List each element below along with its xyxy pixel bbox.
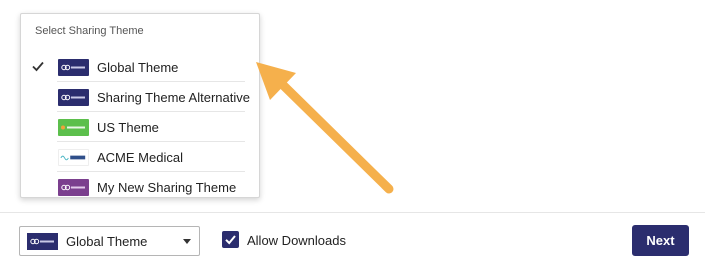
caret-down-icon bbox=[183, 239, 191, 244]
acme-logo-icon bbox=[60, 155, 86, 161]
theme-option-label: ACME Medical bbox=[97, 150, 183, 165]
theme-option-label: My New Sharing Theme bbox=[97, 180, 237, 195]
theme-option-global[interactable]: Global Theme bbox=[21, 52, 259, 82]
theme-logo bbox=[58, 179, 89, 196]
allow-downloads-label: Allow Downloads bbox=[247, 233, 346, 248]
sharepad-logo-icon bbox=[61, 94, 85, 101]
theme-logo bbox=[58, 149, 89, 166]
sharepad-logo-icon bbox=[30, 238, 54, 245]
principal-logo-icon bbox=[61, 125, 85, 130]
theme-option-acme[interactable]: ACME Medical bbox=[21, 142, 259, 172]
theme-logo bbox=[58, 89, 89, 106]
next-button[interactable]: Next bbox=[632, 225, 689, 256]
theme-option-us[interactable]: US Theme bbox=[21, 112, 259, 142]
sharepad-logo-icon bbox=[61, 64, 85, 71]
checkmark-icon bbox=[225, 235, 236, 245]
allow-downloads-checkbox[interactable] bbox=[222, 231, 239, 248]
theme-dropdown-menu: Select Sharing Theme Global Theme Sharin… bbox=[20, 13, 260, 198]
theme-option-alternative[interactable]: Sharing Theme Alternative bbox=[21, 82, 259, 112]
footer-divider bbox=[0, 212, 705, 213]
theme-option-my-new[interactable]: My New Sharing Theme bbox=[21, 172, 259, 202]
menu-title: Select Sharing Theme bbox=[35, 25, 144, 37]
selected-theme-logo bbox=[27, 233, 58, 250]
share-dialog: Select Sharing Theme Global Theme Sharin… bbox=[0, 0, 705, 263]
theme-select-value: Global Theme bbox=[66, 234, 148, 249]
theme-option-label: Sharing Theme Alternative bbox=[97, 90, 250, 105]
sharepad-logo-icon bbox=[61, 184, 85, 191]
theme-logo bbox=[58, 59, 89, 76]
theme-logo bbox=[58, 119, 89, 136]
theme-select[interactable]: Global Theme bbox=[19, 226, 200, 256]
checkmark-icon bbox=[32, 61, 44, 72]
theme-option-label: US Theme bbox=[97, 120, 159, 135]
theme-option-label: Global Theme bbox=[97, 60, 179, 75]
